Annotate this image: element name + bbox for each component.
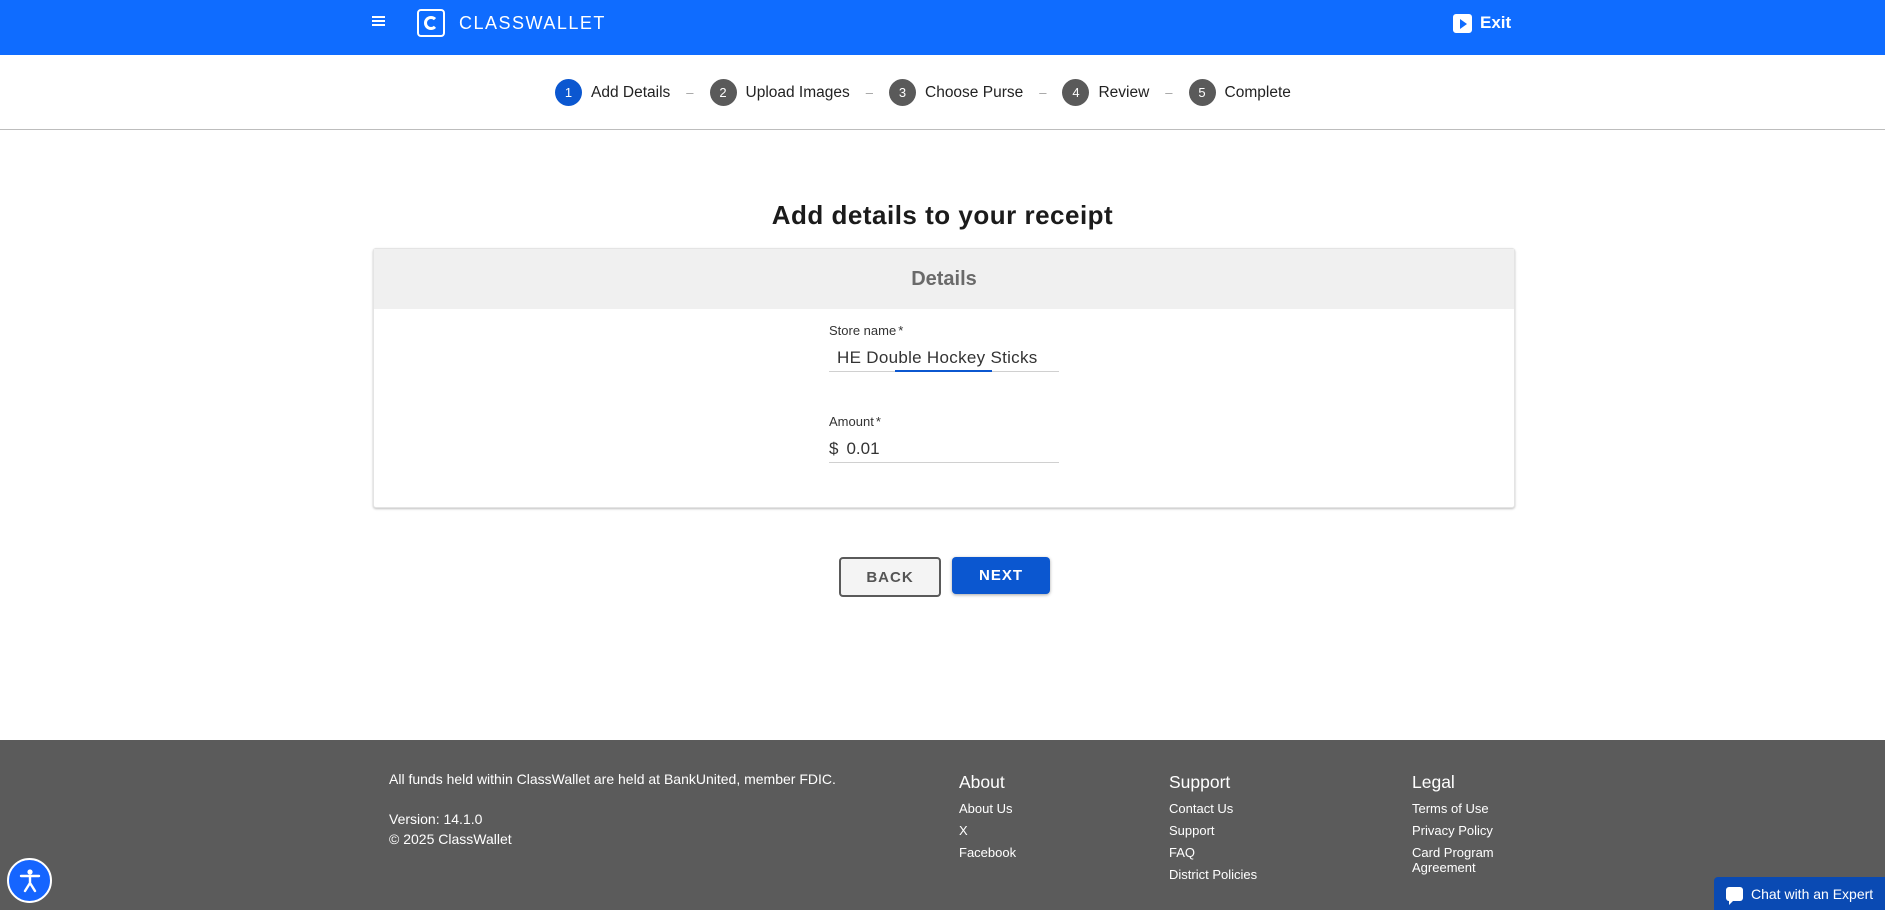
step-label: Add Details: [591, 83, 671, 101]
footer-about: About About Us X Facebook: [959, 772, 1016, 867]
footer: All funds held within ClassWallet are he…: [0, 740, 1885, 910]
footer-link-privacy[interactable]: Privacy Policy: [1412, 823, 1512, 838]
logo[interactable]: CLASSWALLET: [417, 9, 606, 37]
step-label: Choose Purse: [925, 83, 1024, 101]
footer-legal: Legal Terms of Use Privacy Policy Card P…: [1412, 772, 1512, 882]
exit-button[interactable]: Exit: [1453, 13, 1511, 33]
step-number: 4: [1062, 79, 1090, 106]
progress-stepper: 1 Add Details – 2 Upload Images – 3 Choo…: [0, 55, 1885, 130]
footer-link-support[interactable]: Support: [1169, 823, 1257, 838]
classwallet-logo-icon: [417, 9, 445, 37]
footer-link-faq[interactable]: FAQ: [1169, 845, 1257, 860]
chat-icon: [1726, 886, 1743, 905]
step-complete: 5 Complete: [1188, 79, 1291, 106]
details-card: Details Store name * HE Double Hockey Sti…: [373, 248, 1515, 508]
store-name-label: Store name *: [829, 323, 1059, 338]
step-number: 2: [709, 79, 737, 106]
input-focus-underline: [895, 370, 992, 372]
required-mark: *: [875, 414, 881, 429]
amount-label: Amount *: [829, 414, 1059, 429]
footer-link-x[interactable]: X: [959, 823, 1016, 838]
footer-link-card-agreement[interactable]: Card Program Agreement: [1412, 845, 1512, 875]
step-separator: –: [1039, 85, 1047, 100]
step-label: Upload Images: [745, 83, 850, 101]
top-bar: CLASSWALLET Exit: [0, 0, 1885, 55]
step-choose-purse: 3 Choose Purse: [889, 79, 1023, 106]
step-number: 1: [555, 79, 582, 106]
fdic-notice: All funds held within ClassWallet are he…: [389, 771, 836, 787]
footer-link-contact-us[interactable]: Contact Us: [1169, 801, 1257, 816]
accessibility-icon[interactable]: [7, 858, 52, 903]
page-title: Add details to your receipt: [771, 200, 1114, 230]
amount-label-text: Amount: [829, 414, 874, 429]
currency-prefix: $: [829, 438, 839, 458]
exit-label: Exit: [1480, 13, 1512, 32]
footer-link-facebook[interactable]: Facebook: [959, 845, 1016, 860]
footer-support: Support Contact Us Support FAQ District …: [1169, 772, 1257, 889]
amount-input[interactable]: $ 0.01: [829, 435, 1059, 463]
step-separator: –: [686, 85, 694, 100]
step-label: Complete: [1224, 83, 1291, 101]
footer-about-title: About: [959, 772, 1005, 792]
footer-link-about-us[interactable]: About Us: [959, 801, 1016, 816]
amount-value: 0.01: [846, 438, 880, 458]
footer-legal-title: Legal: [1412, 772, 1455, 792]
version-text: Version: 14.1.0: [389, 811, 483, 827]
step-number: 5: [1188, 79, 1216, 106]
step-separator: –: [865, 85, 873, 100]
card-header: Details: [374, 249, 1514, 309]
step-upload-images: 2 Upload Images: [709, 79, 850, 106]
footer-support-title: Support: [1169, 772, 1231, 792]
footer-link-terms[interactable]: Terms of Use: [1412, 801, 1512, 816]
footer-info: All funds held within ClassWallet are he…: [389, 771, 836, 847]
copyright-text: © 2025 ClassWallet: [389, 831, 512, 847]
brand-name: CLASSWALLET: [459, 12, 606, 33]
back-button[interactable]: BACK: [839, 557, 941, 597]
step-label: Review: [1098, 83, 1150, 101]
chat-with-expert-button[interactable]: Chat with an Expert: [1714, 877, 1885, 910]
store-name-input[interactable]: HE Double Hockey Sticks: [829, 344, 1059, 372]
menu-icon[interactable]: [372, 14, 390, 30]
step-number: 3: [889, 79, 916, 106]
required-mark: *: [898, 323, 904, 338]
chat-label: Chat with an Expert: [1751, 885, 1874, 902]
store-name-field: Store name * HE Double Hockey Sticks: [829, 323, 1059, 372]
step-add-details: 1 Add Details: [555, 79, 670, 106]
store-name-label-text: Store name: [829, 323, 897, 338]
step-review: 4 Review: [1062, 79, 1149, 106]
footer-link-district-policies[interactable]: District Policies: [1169, 867, 1257, 882]
store-name-value: HE Double Hockey Sticks: [837, 347, 1038, 367]
step-separator: –: [1165, 85, 1173, 100]
exit-icon: [1453, 13, 1472, 33]
next-button[interactable]: NEXT: [952, 557, 1050, 594]
amount-field: Amount * $ 0.01: [829, 414, 1059, 463]
